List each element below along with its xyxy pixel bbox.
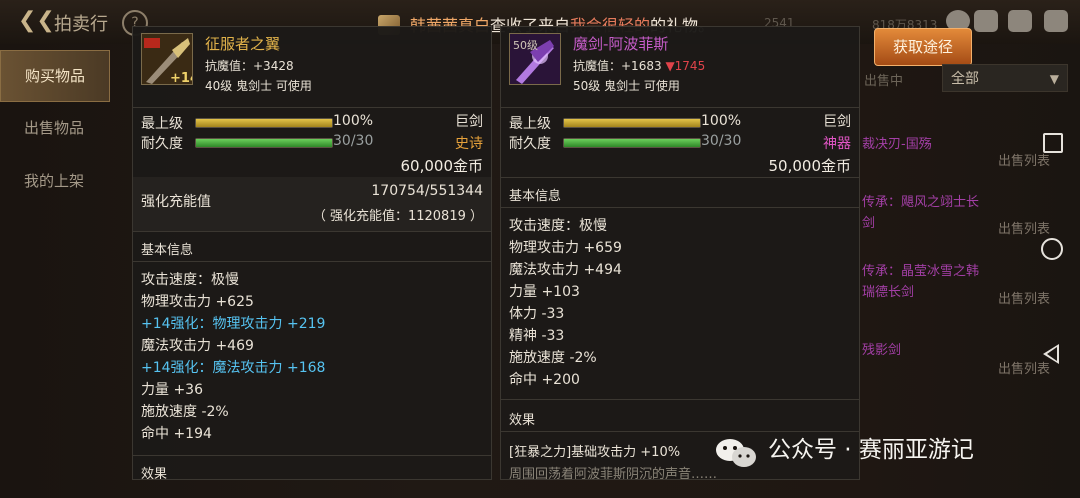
basic-info-title: 基本信息 (509, 189, 562, 204)
sword-icon: +14 (142, 34, 193, 85)
requirement-text: 50级 鬼剑士 可使用 (573, 79, 680, 93)
stat-line: 体力 -33 (509, 306, 565, 322)
list-item-name[interactable]: 残影剑 (862, 340, 901, 361)
wechat-icon (716, 439, 756, 467)
stat-line-enhance: +14强化：物理攻击力 +219 (141, 316, 326, 332)
effect-line: 周围回荡着阿波菲斯阴沉的声音…… (509, 467, 718, 480)
top-level-value: 100% (701, 113, 742, 129)
filter-label: 出售中 (864, 74, 904, 89)
top-level-value: 100% (333, 113, 374, 129)
top-level-bar (195, 118, 333, 128)
divider (501, 177, 859, 178)
sale-list-link[interactable]: 出售列表 (998, 150, 1050, 169)
durability-value: 30/30 (701, 133, 742, 149)
divider (501, 107, 859, 108)
top-level-label: 最上级 (509, 116, 551, 132)
filter-value: 全部 (951, 71, 979, 87)
stat-line: 攻击速度：极慢 (509, 218, 607, 234)
top-level-label: 最上级 (141, 116, 183, 132)
divider (133, 107, 491, 108)
effect-title: 效果 (509, 413, 536, 428)
system-back-icon[interactable] (1043, 344, 1059, 364)
mail-icon[interactable] (1008, 10, 1032, 32)
item-name: 征服者之翼 (205, 35, 281, 53)
stat-line: 物理攻击力 +659 (509, 240, 622, 256)
top-level-bar (563, 118, 701, 128)
divider (133, 455, 491, 456)
divider (133, 261, 491, 262)
charge-value: 170754/551344 (371, 183, 483, 199)
back-arrow-icon[interactable]: ❮❮ (18, 10, 55, 32)
weapon-type: 巨剑 (823, 114, 851, 130)
watermark-text: 公众号 · 赛丽亚游记 (768, 437, 974, 463)
charge-label: 强化充能值 (141, 194, 211, 210)
nav-buy-items[interactable]: 购买物品 (0, 50, 110, 102)
charge-sub: （ 强化充能值：1120819 ） (312, 209, 483, 224)
stat-line: 施放速度 -2% (141, 404, 229, 420)
message-icon[interactable] (1044, 10, 1068, 32)
stat-line: 命中 +200 (509, 372, 580, 388)
rarity-label: 神器 (823, 136, 851, 152)
stat-line: 力量 +36 (141, 382, 203, 398)
stat-line: 攻击速度：极慢 (141, 272, 239, 288)
svg-text:+14: +14 (170, 71, 193, 85)
durability-fill (564, 139, 700, 147)
rarity-label: 史诗 (455, 136, 483, 152)
stat-line: 命中 +194 (141, 426, 212, 442)
item-name: 魔剑-阿波菲斯 (573, 35, 669, 53)
sale-list-link[interactable]: 出售列表 (998, 218, 1050, 237)
durability-bar (563, 138, 701, 148)
item-tooltip-apophis: 50级 魔剑-阿波菲斯 抗魔值：+1683 ▼1745 50级 鬼剑士 可使用 … (500, 26, 860, 480)
filter-select[interactable]: 全部 ▼ (942, 64, 1068, 92)
sale-list-link[interactable]: 出售列表 (998, 288, 1050, 307)
durability-label: 耐久度 (141, 136, 183, 152)
anti-magic-diff: ▼1745 (665, 59, 706, 73)
divider (133, 231, 491, 232)
stat-line: 精神 -33 (509, 328, 565, 344)
level-badge: 50级 (513, 39, 538, 52)
basic-info-title: 基本信息 (141, 243, 194, 258)
nav-sell-items[interactable]: 出售物品 (0, 103, 108, 153)
stat-line: 魔法攻击力 +469 (141, 338, 254, 354)
price: 60,000金币 (400, 157, 484, 175)
list-item-name[interactable]: 裁决刃-国殇 (862, 134, 932, 155)
durability-bar (195, 138, 333, 148)
acquire-route-button[interactable]: 获取途径 (874, 28, 972, 66)
recent-apps-icon[interactable] (1043, 133, 1063, 153)
durability-fill (196, 139, 332, 147)
page-title: 拍卖行 (54, 14, 108, 35)
top-level-fill (196, 119, 332, 127)
anti-magic-value: 抗魔值：+1683 ▼1745 (573, 57, 705, 74)
nav-my-listings[interactable]: 我的上架 (0, 156, 108, 206)
divider (501, 207, 859, 208)
stat-line: 力量 +103 (509, 284, 580, 300)
durability-value: 30/30 (333, 133, 374, 149)
weapon-icon: +14 (141, 33, 193, 85)
stat-line: 施放速度 -2% (509, 350, 597, 366)
durability-label: 耐久度 (509, 136, 551, 152)
stat-line: 物理攻击力 +625 (141, 294, 254, 310)
item-tooltip-conqueror: +14 征服者之翼 抗魔值：+3428 40级 鬼剑士 可使用 最上级 100%… (132, 26, 492, 480)
price: 50,000金币 (768, 157, 852, 175)
effect-line: [狂暴之力]基础攻击力 +10% (509, 445, 681, 460)
requirement-text: 40级 鬼剑士 可使用 (205, 79, 312, 93)
chevron-down-icon: ▼ (1049, 72, 1059, 86)
top-level-fill (564, 119, 700, 127)
list-item-name[interactable]: 传承：晶莹冰雪之韩瑞德长剑 (862, 261, 980, 303)
divider (501, 399, 859, 400)
weapon-type: 巨剑 (455, 114, 483, 130)
effect-title: 效果 (141, 467, 168, 480)
list-item-name[interactable]: 传承：飓风之翊士长剑 (862, 192, 980, 234)
chat-bubble-icon[interactable] (974, 10, 998, 32)
anti-magic-text: 抗魔值：+1683 (573, 59, 662, 73)
stat-line: 魔法攻击力 +494 (509, 262, 622, 278)
home-icon[interactable] (1041, 238, 1063, 260)
stat-line-enhance: +14强化：魔法攻击力 +168 (141, 360, 326, 376)
anti-magic-value: 抗魔值：+3428 (205, 59, 294, 73)
